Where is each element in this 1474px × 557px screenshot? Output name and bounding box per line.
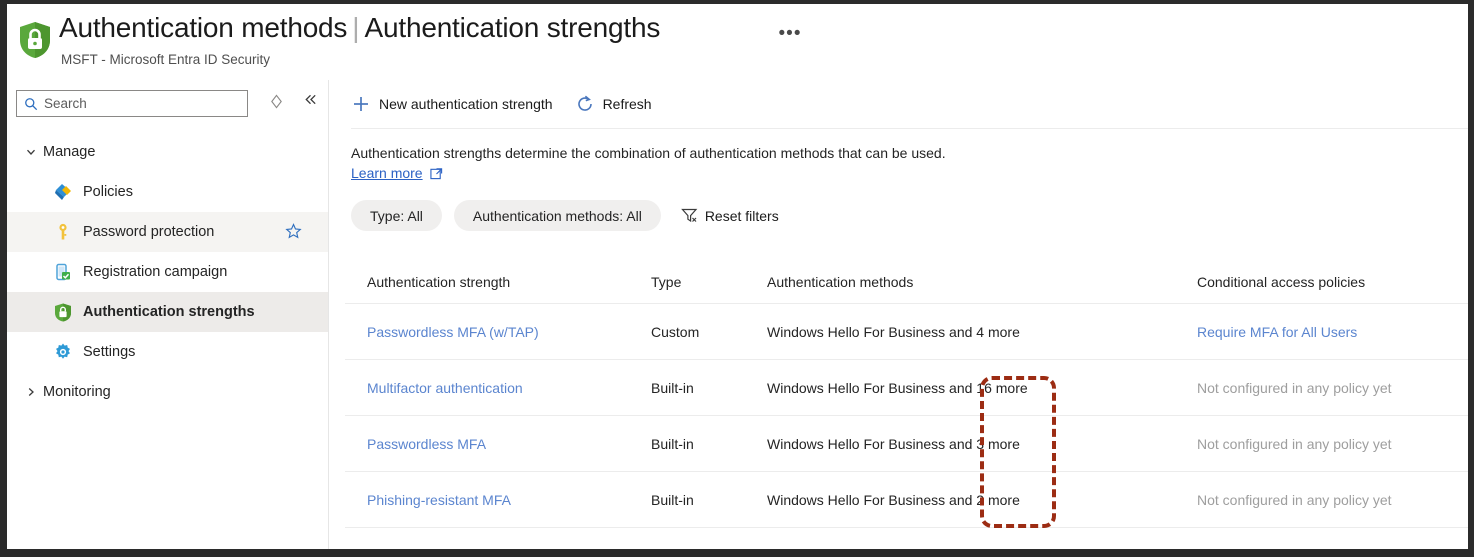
sidebar-item-label: Policies (83, 184, 133, 200)
learn-more-label: Learn more (351, 165, 423, 181)
page-header: Authentication methods | Authentication st… (7, 4, 1468, 76)
sidebar-group-label: Manage (43, 144, 96, 160)
sidebar-group-monitoring[interactable]: Monitoring (7, 372, 328, 412)
plus-icon (351, 94, 371, 114)
sidebar-item-settings[interactable]: Settings (7, 332, 328, 372)
chevron-right-icon (19, 386, 43, 398)
table-row[interactable]: Passwordless MFA (w/TAP) Custom Windows … (345, 304, 1468, 360)
sidebar-item-authentication-strengths[interactable]: Authentication strengths (7, 292, 328, 332)
strength-type: Built-in (651, 379, 694, 396)
strength-policies: Not configured in any policy yet (1197, 435, 1392, 452)
refresh-button[interactable]: Refresh (575, 87, 652, 121)
strength-type: Built-in (651, 435, 694, 452)
sidebar-item-label: Authentication strengths (83, 304, 255, 320)
strength-methods: Windows Hello For Business and 16 more (767, 379, 1028, 396)
reset-filters-button[interactable]: Reset filters (680, 207, 779, 224)
sidebar: Manage Policies (7, 80, 328, 549)
sidebar-group-manage[interactable]: Manage (7, 132, 328, 172)
double-chevron-left-icon[interactable] (299, 92, 321, 114)
sidebar-item-label: Settings (83, 344, 136, 360)
filter-bar: Type: All Authentication methods: All Re… (351, 200, 779, 231)
phone-check-icon (53, 262, 73, 282)
authentication-strengths-table: Authentication strength Type Authenticat… (345, 260, 1468, 528)
external-link-icon (429, 167, 443, 180)
title-separator: | (352, 12, 360, 43)
strength-methods: Windows Hello For Business and 4 more (767, 323, 1020, 340)
table-row[interactable]: Passwordless MFA Built-in Windows Hello … (345, 416, 1468, 472)
green-shield-lock-icon (17, 20, 53, 60)
page-title: Authentication methods | Authentication st… (59, 12, 660, 44)
star-outline-icon[interactable] (285, 223, 302, 240)
column-header-authentication-methods[interactable]: Authentication methods (767, 274, 1197, 290)
table-row[interactable]: Multifactor authentication Built-in Wind… (345, 360, 1468, 416)
new-authentication-strength-button[interactable]: New authentication strength (351, 87, 553, 121)
sidebar-item-label: Password protection (83, 224, 215, 240)
strength-policies-link[interactable]: Require MFA for All Users (1197, 324, 1468, 340)
page-subtitle: MSFT - Microsoft Entra ID Security (61, 52, 271, 67)
key-icon (53, 222, 73, 242)
filter-chip-type[interactable]: Type: All (351, 200, 442, 231)
sidebar-item-label: Registration campaign (83, 264, 228, 280)
table-header-row: Authentication strength Type Authenticat… (345, 260, 1468, 304)
sidebar-item-registration-campaign[interactable]: Registration campaign (7, 252, 328, 292)
chevron-down-icon (19, 146, 43, 158)
sidebar-group-label: Monitoring (43, 384, 111, 400)
filter-chip-authentication-methods[interactable]: Authentication methods: All (453, 200, 661, 231)
column-header-conditional-access-policies[interactable]: Conditional access policies (1197, 274, 1468, 290)
sidebar-search-row (11, 90, 324, 122)
table-row[interactable]: Phishing-resistant MFA Built-in Windows … (345, 472, 1468, 528)
new-authentication-strength-label: New authentication strength (379, 96, 553, 112)
refresh-circle-icon (575, 94, 595, 114)
page-title-primary: Authentication methods (59, 12, 348, 43)
learn-more-link[interactable]: Learn more (351, 165, 443, 181)
strength-policies: Not configured in any policy yet (1197, 379, 1392, 396)
strength-name-link[interactable]: Passwordless MFA (w/TAP) (345, 324, 651, 340)
sidebar-item-policies[interactable]: Policies (7, 172, 328, 212)
reset-filters-label: Reset filters (704, 207, 779, 224)
page-title-secondary: Authentication strengths (364, 12, 661, 43)
policies-diamond-icon (53, 182, 73, 202)
portal-frame: Authentication methods | Authentication st… (7, 4, 1468, 549)
sidebar-item-password-protection[interactable]: Password protection (7, 212, 328, 252)
strength-policies: Not configured in any policy yet (1197, 491, 1392, 508)
green-shield-lock-icon (53, 302, 73, 322)
search-input[interactable] (44, 92, 224, 115)
strength-methods: Windows Hello For Business and 3 more (767, 435, 1020, 452)
refresh-label: Refresh (602, 96, 652, 112)
strength-name-link[interactable]: Passwordless MFA (345, 436, 651, 452)
strength-type: Custom (651, 323, 700, 340)
strength-name-link[interactable]: Phishing-resistant MFA (345, 492, 651, 508)
overflow-menu-button[interactable]: ••• (775, 22, 805, 48)
content-pane: New authentication strength Refresh Auth… (329, 80, 1468, 549)
funnel-clear-icon (680, 207, 698, 224)
page-description: Authentication strengths determine the c… (351, 145, 946, 161)
strength-methods: Windows Hello For Business and 2 more (767, 491, 1020, 508)
column-header-type[interactable]: Type (651, 274, 767, 290)
column-header-authentication-strength[interactable]: Authentication strength (345, 274, 651, 290)
refresh-diamond-icon[interactable] (267, 94, 285, 112)
search-icon (24, 97, 38, 111)
command-bar-divider (351, 128, 1468, 129)
strength-name-link[interactable]: Multifactor authentication (345, 380, 651, 396)
strength-type: Built-in (651, 491, 694, 508)
gear-icon (53, 342, 73, 362)
command-bar: New authentication strength Refresh (329, 80, 1468, 128)
search-box[interactable] (16, 90, 248, 117)
